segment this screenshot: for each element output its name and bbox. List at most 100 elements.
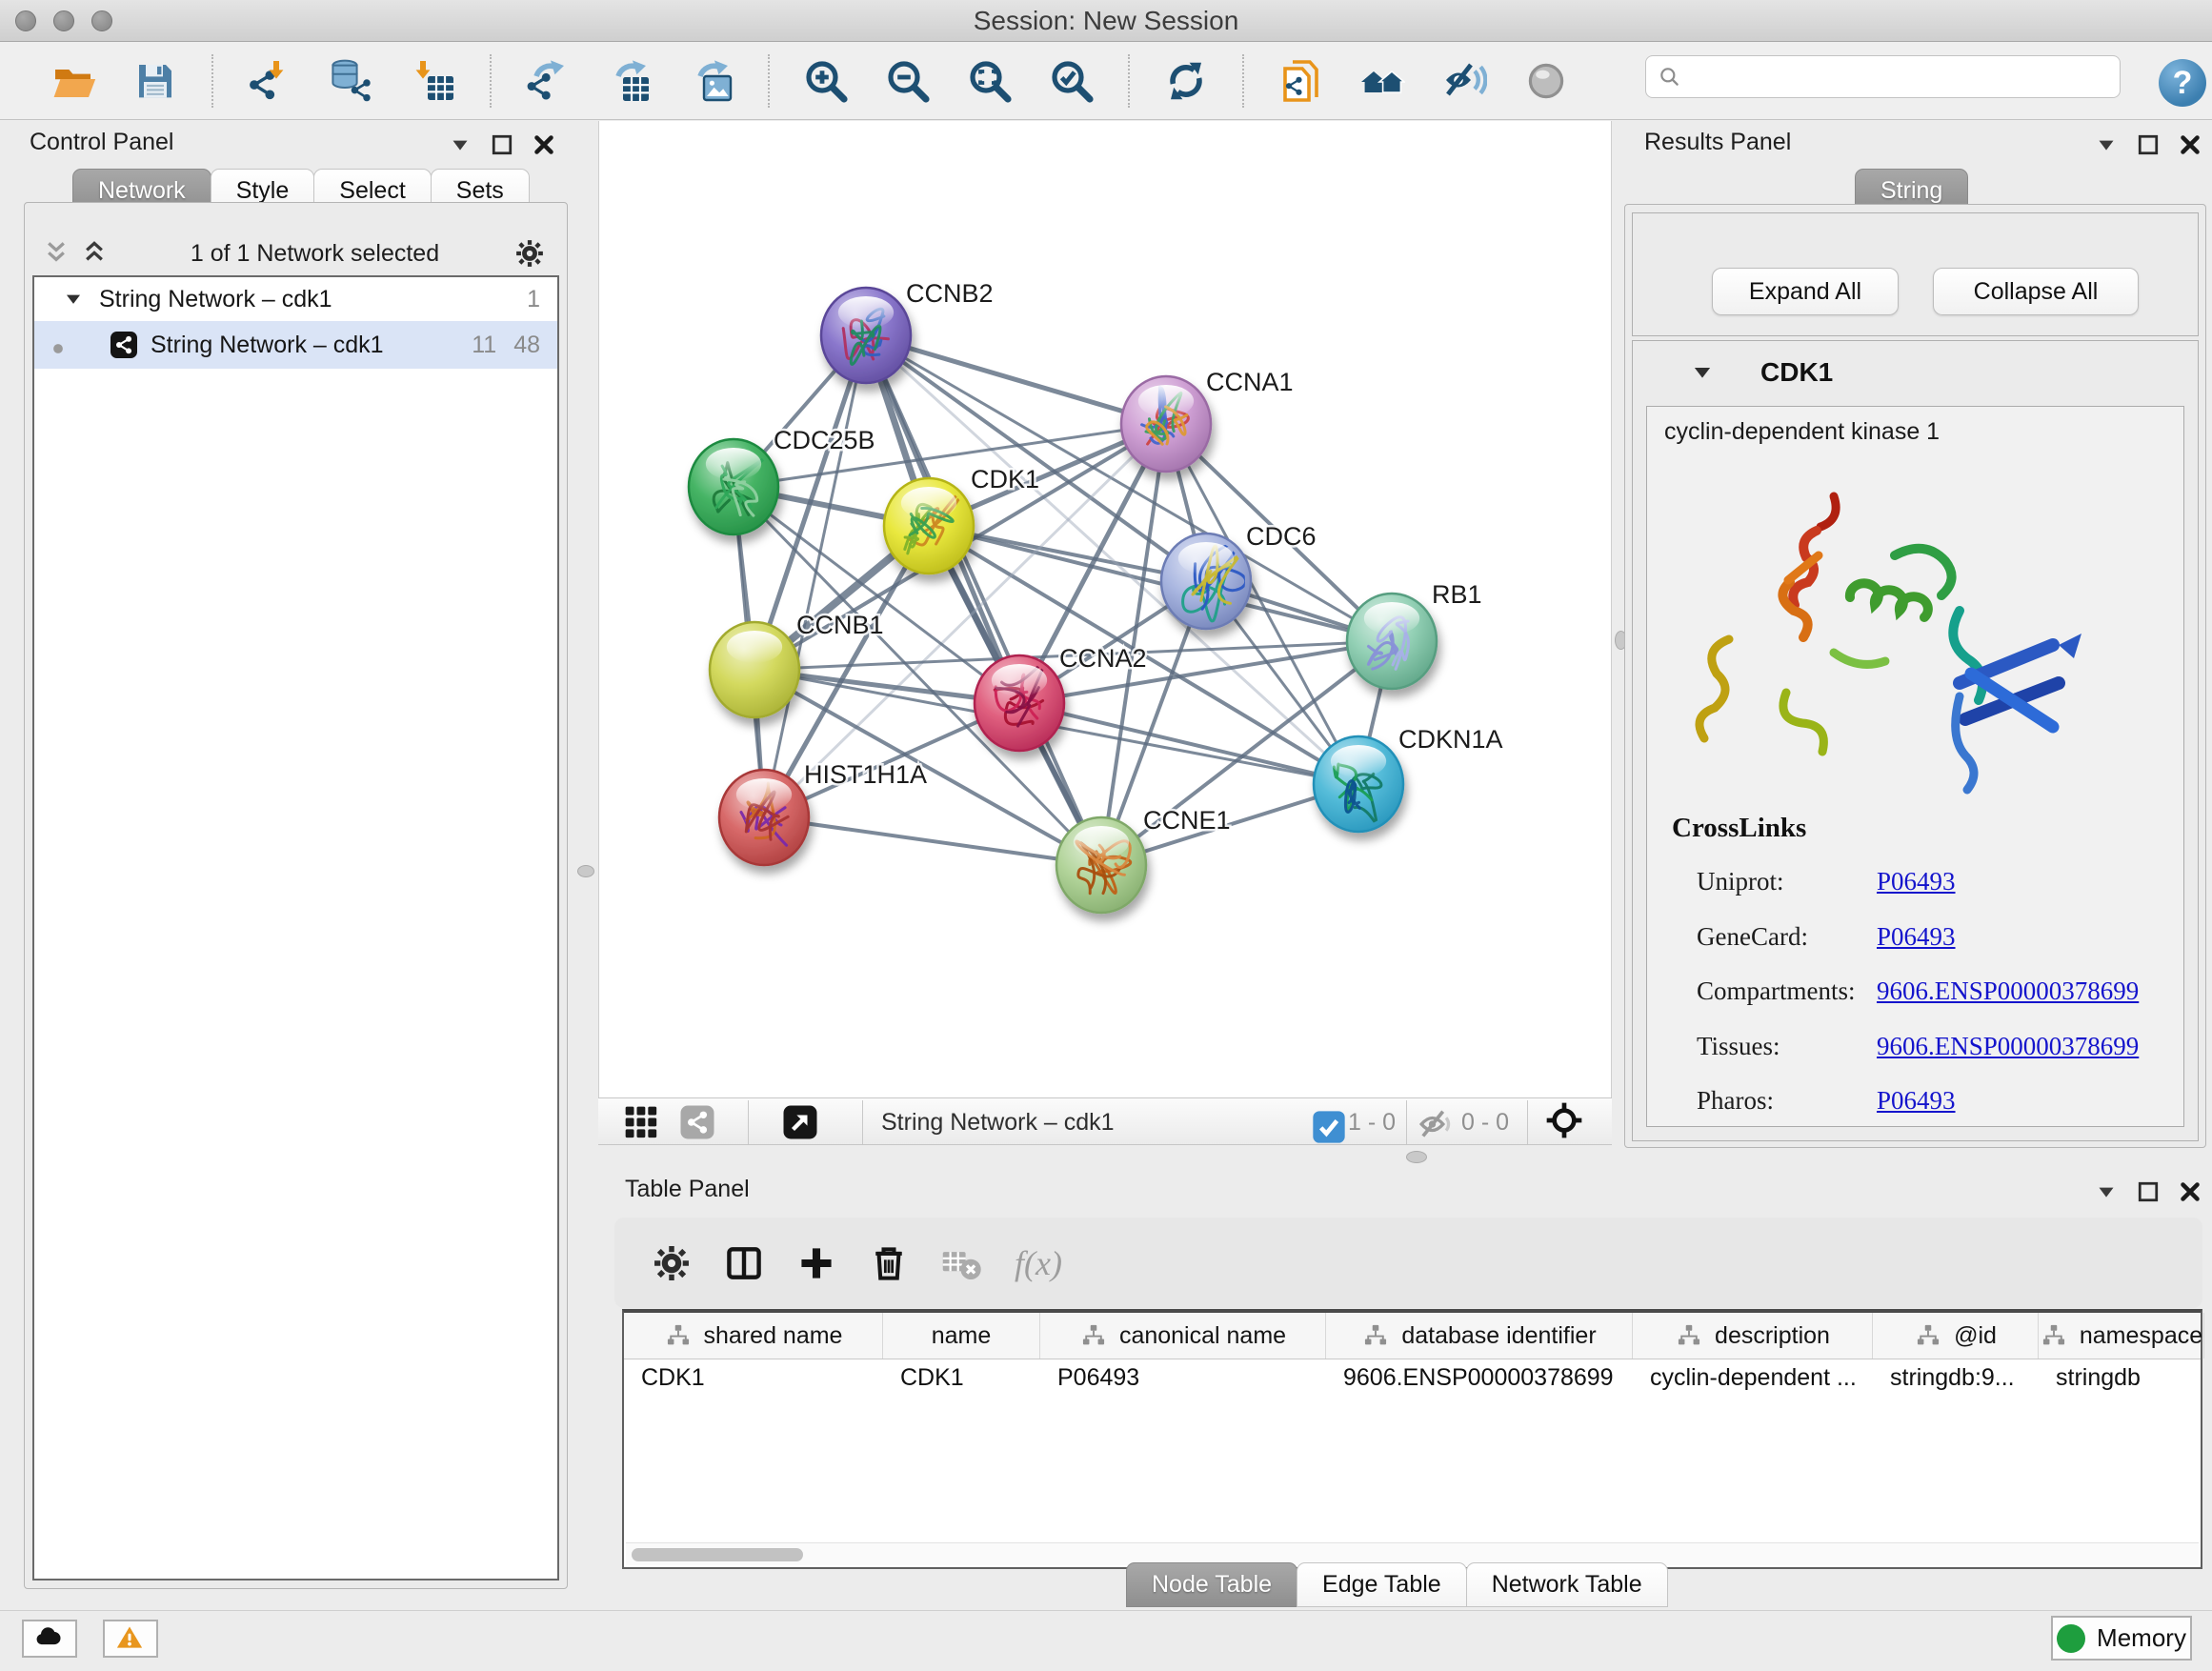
column-header-namespace[interactable]: namespace <box>2039 1313 2204 1359</box>
help-icon[interactable]: ? <box>2159 59 2206 107</box>
float-panel-icon[interactable] <box>2134 1178 2162 1206</box>
panel-menu-icon[interactable] <box>2092 131 2121 159</box>
add-column-icon[interactable] <box>795 1242 837 1284</box>
search-input[interactable] <box>1671 56 2120 97</box>
node-label: CDK1 <box>971 465 1039 493</box>
export-table-icon[interactable] <box>599 51 660 111</box>
float-panel-icon[interactable] <box>488 131 516 159</box>
import-network-from-file-icon[interactable] <box>239 51 300 111</box>
panel-menu-icon[interactable] <box>446 131 474 159</box>
network-edge[interactable] <box>866 335 1166 424</box>
crosslink-link[interactable]: 9606.ENSP00000378699 <box>1877 1032 2139 1061</box>
collapse-all-button[interactable]: Collapse All <box>1933 268 2139 315</box>
table-column-tree-icon <box>2040 1322 2068 1349</box>
gene-section: CDK1 cyclin-dependent kinase 1 <box>1632 340 2199 1141</box>
collapse-all-icon[interactable] <box>40 237 72 270</box>
tab-network-table[interactable]: Network Table <box>1466 1562 1668 1607</box>
column-header-name[interactable]: name <box>883 1313 1040 1359</box>
expand-all-icon[interactable] <box>78 237 111 270</box>
gear-icon[interactable] <box>513 237 546 270</box>
protein-node-ccnb2[interactable] <box>821 288 911 383</box>
column-header-database-identifier[interactable]: database identifier <box>1326 1313 1633 1359</box>
protein-node-hist1h1a[interactable] <box>719 770 809 865</box>
export-network-icon[interactable] <box>517 51 578 111</box>
table-cell[interactable]: CDK1 <box>883 1359 1040 1396</box>
protein-node-cdc6[interactable] <box>1161 534 1251 629</box>
table-cell[interactable]: stringdb:9... <box>1873 1359 2039 1396</box>
protein-node-cdc25b[interactable] <box>689 439 778 534</box>
column-header-canonical-name[interactable]: canonical name <box>1040 1313 1326 1359</box>
results-panel: Results Panel String Expand All Collapse… <box>1612 121 2212 1168</box>
gene-section-header[interactable]: CDK1 <box>1633 341 2198 404</box>
fit-selected-icon[interactable] <box>1545 1101 1587 1143</box>
protein-node-ccna1[interactable] <box>1121 376 1211 472</box>
import-table-from-file-icon[interactable] <box>403 51 464 111</box>
crosslink-link[interactable]: P06493 <box>1877 867 1956 896</box>
string-network-graph[interactable]: CCNB2CCNA1CDC25BCDK1CDC6RB1CCNB1CCNA2CDK… <box>599 121 1613 1097</box>
column-header-description[interactable]: description <box>1633 1313 1873 1359</box>
hidden-elements-icon[interactable] <box>1418 1105 1452 1139</box>
protein-node-ccna2[interactable] <box>975 655 1064 751</box>
zoom-selected-region-icon[interactable] <box>1041 51 1102 111</box>
table-column-tree-icon <box>1914 1322 1942 1349</box>
column-header-shared-name[interactable]: shared name <box>624 1313 883 1359</box>
close-panel-icon[interactable] <box>2176 131 2204 159</box>
close-panel-icon[interactable] <box>530 131 558 159</box>
crosslink-link[interactable]: 9606.ENSP00000378699 <box>1877 976 2139 1006</box>
network-row[interactable]: String Network – cdk1 11 48 <box>34 321 557 369</box>
toolbar-separator <box>768 54 770 108</box>
network-canvas[interactable]: CCNB2CCNA1CDC25BCDK1CDC6RB1CCNB1CCNA2CDK… <box>598 121 1612 1097</box>
network-edge[interactable] <box>764 817 1101 865</box>
open-session-icon[interactable] <box>43 51 104 111</box>
table-cell[interactable]: P06493 <box>1040 1359 1326 1396</box>
hide-selected-eye-icon[interactable] <box>1434 51 1495 111</box>
column-header--id[interactable]: @id <box>1873 1313 2039 1359</box>
table-settings-icon[interactable] <box>651 1242 693 1284</box>
crosslink-link[interactable]: P06493 <box>1877 922 1956 952</box>
show-columns-icon[interactable] <box>723 1242 765 1284</box>
zoom-in-icon[interactable] <box>795 51 856 111</box>
inactive-eye-icon[interactable] <box>1516 51 1577 111</box>
save-session-icon[interactable] <box>125 51 186 111</box>
tab-edge-table[interactable]: Edge Table <box>1297 1562 1467 1607</box>
protein-node-cdk1[interactable] <box>884 478 974 574</box>
protein-node-rb1[interactable] <box>1347 594 1437 689</box>
selected-nodes-checkbox[interactable] <box>1310 1108 1338 1137</box>
triangle-down-icon[interactable] <box>61 287 86 312</box>
collapse-section-icon[interactable] <box>1688 358 1717 387</box>
network-collection-row[interactable]: String Network – cdk1 1 <box>34 277 557 321</box>
expand-all-button[interactable]: Expand All <box>1712 268 1899 315</box>
warning-icon <box>115 1623 146 1654</box>
horizontal-splitter-handle[interactable] <box>1406 1151 1427 1163</box>
network-share-icon[interactable] <box>678 1103 716 1141</box>
float-panel-icon[interactable] <box>2134 131 2162 159</box>
table-cell[interactable]: CDK1 <box>624 1359 883 1396</box>
protein-node-ccne1[interactable] <box>1056 817 1146 913</box>
cloud-button[interactable] <box>22 1620 77 1658</box>
zoom-fit-content-icon[interactable] <box>959 51 1020 111</box>
tab-node-table[interactable]: Node Table <box>1126 1562 1297 1607</box>
refresh-network-view-icon[interactable] <box>1156 51 1217 111</box>
memory-button[interactable]: Memory <box>2051 1616 2192 1661</box>
show-grid-icon[interactable] <box>622 1103 660 1141</box>
panel-menu-icon[interactable] <box>2092 1178 2121 1206</box>
close-panel-icon[interactable] <box>2176 1178 2204 1206</box>
table-cell[interactable]: cyclin-dependent ... <box>1633 1359 1873 1396</box>
network-overview-windows-icon[interactable] <box>1352 51 1413 111</box>
left-splitter-handle[interactable] <box>577 865 594 877</box>
zoom-out-icon[interactable] <box>877 51 938 111</box>
delete-column-icon[interactable] <box>868 1242 910 1284</box>
table-row[interactable]: CDK1CDK1P064939606.ENSP00000378699cyclin… <box>624 1359 2201 1396</box>
table-cell[interactable]: 9606.ENSP00000378699 <box>1326 1359 1633 1396</box>
scrollbar-thumb[interactable] <box>632 1548 803 1561</box>
table-cell[interactable]: stringdb <box>2039 1359 2204 1396</box>
import-network-from-database-icon[interactable] <box>321 51 382 111</box>
protein-node-cdkn1a[interactable] <box>1314 736 1403 832</box>
protein-node-ccnb1[interactable] <box>710 622 799 717</box>
share-document-icon[interactable] <box>1270 51 1331 111</box>
birdseye-view-icon[interactable] <box>781 1103 819 1141</box>
crosslink-link[interactable]: P06493 <box>1877 1086 1956 1116</box>
export-image-icon[interactable] <box>681 51 742 111</box>
warnings-button[interactable] <box>103 1620 158 1658</box>
node-label: CDC6 <box>1246 522 1317 551</box>
